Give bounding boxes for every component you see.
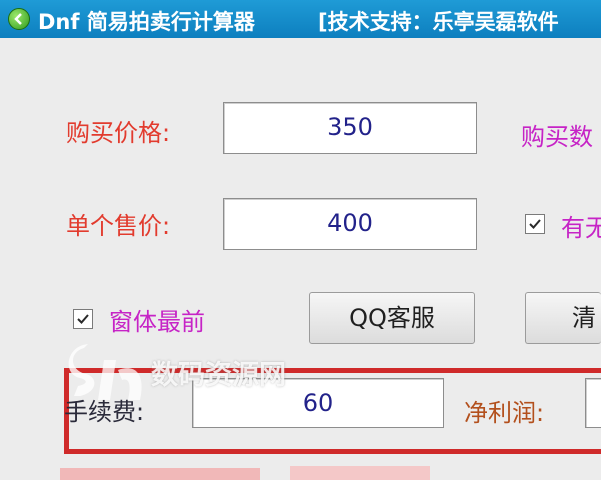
app-icon[interactable] xyxy=(8,8,30,30)
support-text: [技术支持：乐亭吴磊软件 xyxy=(318,10,559,34)
buy-qty-label: 购买数 xyxy=(521,123,593,151)
unit-price-label: 单个售价: xyxy=(66,212,171,240)
fee-label: 手续费: xyxy=(64,398,145,426)
clear-button[interactable]: 清 xyxy=(525,292,601,344)
profit-label: 净利润: xyxy=(464,399,545,427)
buy-price-label: 购买价格: xyxy=(66,119,171,147)
topmost-checkbox[interactable] xyxy=(73,309,93,329)
qq-service-button[interactable]: QQ客服 xyxy=(309,292,475,344)
option-label: 有无 xyxy=(561,214,601,242)
profit-input[interactable] xyxy=(585,378,601,428)
option-checkbox[interactable] xyxy=(525,214,545,234)
next-row-partial xyxy=(60,468,260,480)
unit-price-input[interactable]: 400 xyxy=(223,198,477,250)
buy-price-input[interactable]: 350 xyxy=(223,102,477,154)
topmost-label: 窗体最前 xyxy=(109,308,205,336)
next-row-partial-2 xyxy=(290,466,430,480)
window-title: Dnf 简易拍卖行计算器 xyxy=(38,10,255,34)
fee-input[interactable]: 60 xyxy=(192,378,444,428)
title-bar[interactable]: Dnf 简易拍卖行计算器 [技术支持：乐亭吴磊软件 xyxy=(0,0,601,38)
